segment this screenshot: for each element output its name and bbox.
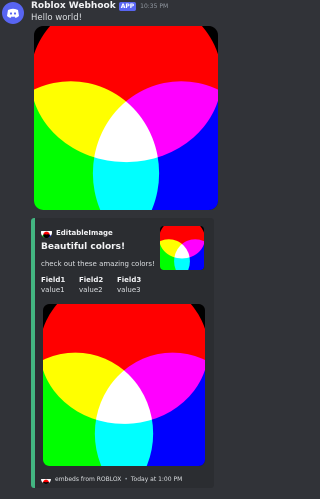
embed-thumbnail[interactable] [160,226,204,270]
field-value: value1 [41,286,65,294]
embed-field: Field2 value2 [79,276,103,294]
message-text: Hello world! [31,13,83,23]
footer-text: embeds from ROBLOX [55,475,122,483]
field-name: Field2 [79,276,104,284]
rgb-venn-image[interactable] [31,26,221,210]
embed-field: Field3 value3 [117,276,141,294]
color-wheel-icon [41,474,51,484]
message-header: Roblox Webhook APP 10:35 PM [31,1,168,11]
embed-author: EditableImage [41,227,113,238]
embed-image[interactable] [42,304,206,466]
embed-author-name[interactable]: EditableImage [56,229,113,237]
embed-title: Beautiful colors! [41,242,126,252]
field-value: value3 [117,286,141,294]
username[interactable]: Roblox Webhook [31,1,116,11]
field-value: value2 [79,286,103,294]
discord-logo-icon[interactable] [2,2,24,24]
message-timestamp: 10:35 PM [140,2,169,10]
field-name: Field1 [41,276,66,284]
app-badge: APP [118,1,137,11]
color-wheel-icon [41,227,52,238]
embed-field: Field1 value1 [41,276,65,294]
embed-card: EditableImage Beautiful colors! check ou… [31,218,214,488]
footer-separator: • [124,475,128,483]
field-name: Field3 [117,276,142,284]
embed-footer: embeds from ROBLOX • Today at 1:00 PM [41,474,182,484]
footer-timestamp: Today at 1:00 PM [130,475,183,483]
embed-description: check out these amazing colors! [41,260,155,268]
